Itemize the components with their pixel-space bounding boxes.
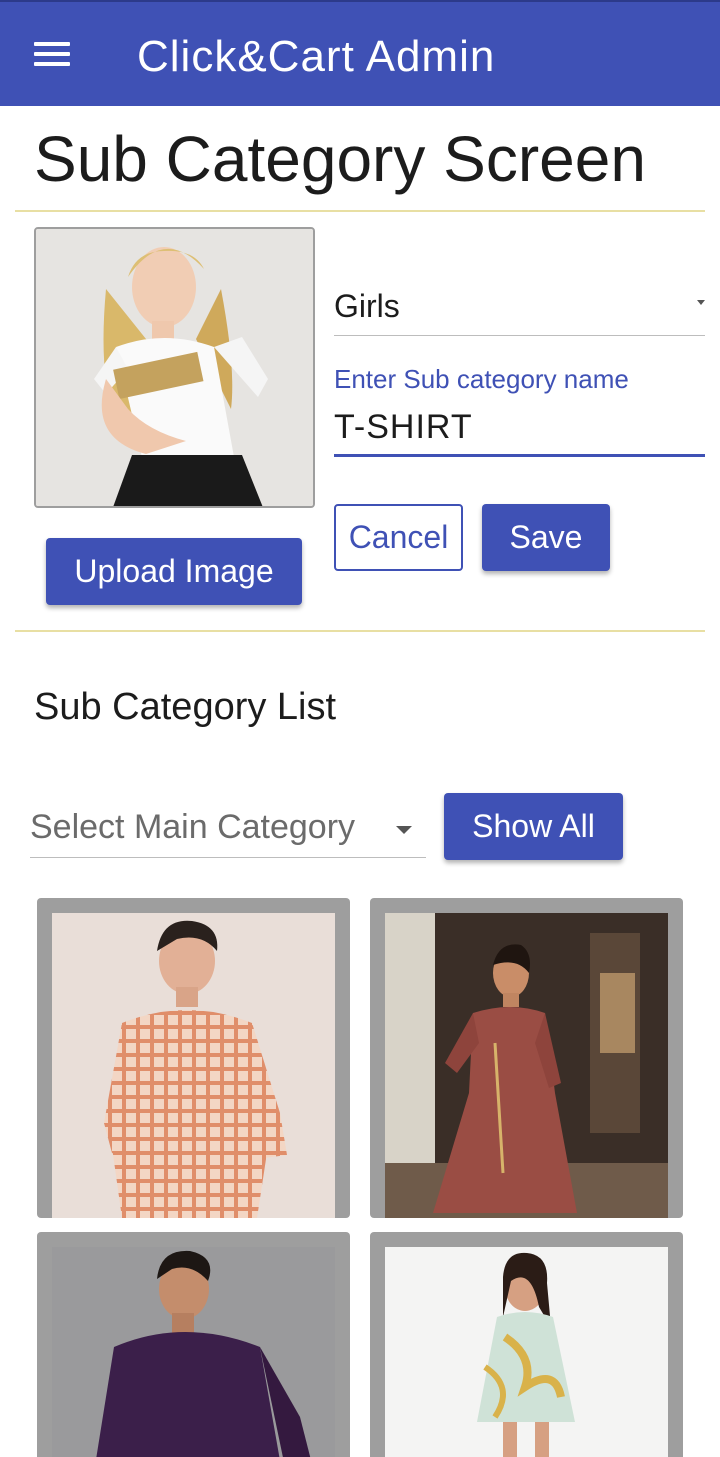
- app-bar: Click&Cart Admin: [0, 0, 720, 106]
- subcategory-name-value[interactable]: T-SHIRT: [334, 408, 473, 447]
- cancel-button[interactable]: Cancel: [334, 504, 463, 571]
- woman-kurta-dress-image: [385, 913, 668, 1218]
- subcategory-card[interactable]: [370, 898, 683, 1218]
- main-category-value: Girls: [334, 288, 400, 324]
- main-category-select[interactable]: Girls: [334, 272, 705, 336]
- subcategory-name-field[interactable]: Enter Sub category name T-SHIRT: [334, 362, 705, 457]
- subcategory-card[interactable]: [370, 1232, 683, 1457]
- subcategory-name-label: Enter Sub category name: [334, 364, 629, 394]
- woman-tshirt-image: [36, 229, 313, 506]
- filter-category-placeholder: Select Main Category: [30, 808, 356, 846]
- save-button[interactable]: Save: [482, 504, 610, 571]
- chevron-down-icon: [697, 300, 705, 305]
- show-all-button[interactable]: Show All: [444, 793, 623, 860]
- section-title: Sub Category List: [34, 686, 337, 728]
- upload-image-button[interactable]: Upload Image: [46, 538, 302, 605]
- subcategory-card[interactable]: [37, 898, 350, 1218]
- filter-category-select[interactable]: Select Main Category: [30, 798, 426, 858]
- subcategory-card[interactable]: [37, 1232, 350, 1457]
- subcategory-image-preview: [34, 227, 315, 508]
- girl-floral-dress-image: [385, 1247, 668, 1457]
- hamburger-menu-icon[interactable]: [34, 42, 70, 68]
- page-title: Sub Category Screen: [34, 123, 646, 195]
- man-purple-shirt-image: [52, 1247, 335, 1457]
- divider-top: [15, 210, 705, 212]
- man-checked-shirt-image: [52, 913, 335, 1218]
- divider-bottom: [15, 630, 705, 632]
- chevron-down-icon: [396, 826, 412, 834]
- app-title: Click&Cart Admin: [137, 32, 496, 81]
